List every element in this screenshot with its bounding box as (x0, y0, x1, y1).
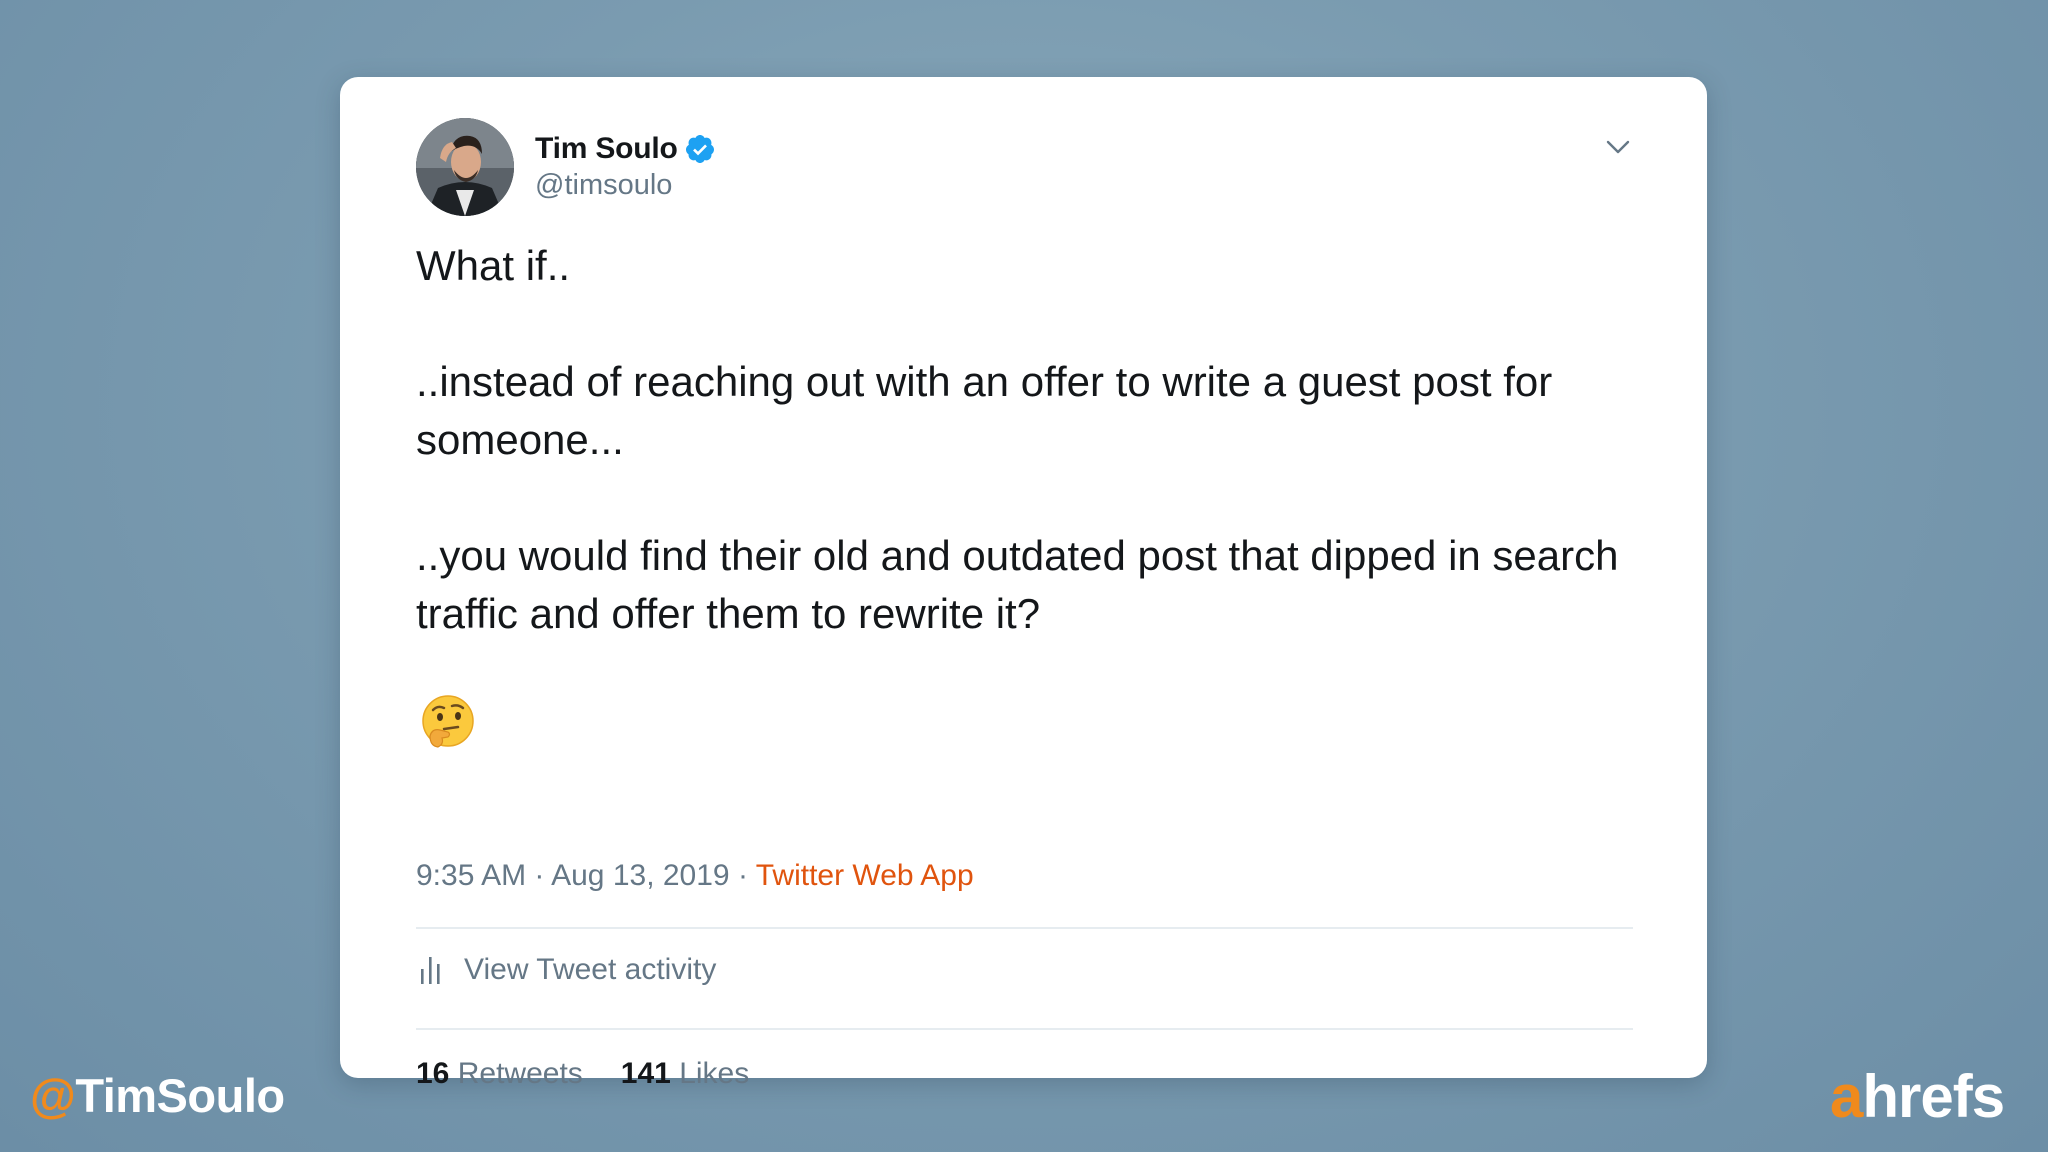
divider (416, 1028, 1633, 1030)
retweets-label: Retweets (457, 1057, 583, 1090)
author-display-name[interactable]: Tim Soulo (535, 132, 678, 166)
tweet-text: What if.. ..instead of reaching out with… (416, 237, 1646, 643)
avatar[interactable] (416, 118, 514, 216)
tweet-date[interactable]: Aug 13, 2019 (551, 859, 730, 892)
tweet-time[interactable]: 9:35 AM (416, 859, 526, 892)
author-handle[interactable]: @timsoulo (535, 169, 672, 202)
retweets-stat[interactable]: 16 Retweets (416, 1057, 583, 1091)
watermark-handle-text: TimSoulo (75, 1069, 285, 1122)
watermark-handle: @TimSoulo (30, 1068, 285, 1123)
chevron-down-icon[interactable] (1603, 132, 1633, 162)
tweet-text-line-1: What if.. (416, 242, 571, 289)
view-tweet-activity-button[interactable]: View Tweet activity (416, 945, 716, 995)
meta-separator: · (534, 859, 545, 892)
likes-label: Likes (679, 1057, 750, 1090)
tweet-text-line-2: ..instead of reaching out with an offer … (416, 358, 1553, 463)
divider (416, 927, 1633, 929)
tweet-source-link[interactable]: Twitter Web App (756, 859, 974, 892)
thinking-face-icon (422, 695, 474, 748)
tweet-stats: 16 Retweets 141 Likes (416, 1057, 749, 1091)
author-name-row: Tim Soulo (535, 127, 716, 171)
likes-count: 141 (620, 1057, 671, 1090)
brand-logo-first-letter: a (1830, 1063, 1863, 1130)
bar-chart-icon (421, 957, 440, 984)
brand-logo-rest: hrefs (1862, 1063, 2005, 1130)
tweet-meta: 9:35 AM · Aug 13, 2019 · Twitter Web App (416, 859, 974, 893)
meta-separator: · (737, 859, 748, 892)
tweet-card: Tim Soulo @timsoulo What if.. ..instead … (340, 77, 1707, 1090)
brand-logo: ahrefs (1830, 1062, 2005, 1131)
view-tweet-activity-label: View Tweet activity (464, 953, 717, 986)
likes-stat[interactable]: 141 Likes (621, 1057, 749, 1091)
retweets-count: 16 (416, 1057, 450, 1090)
verified-badge-icon (685, 135, 714, 163)
tweet-text-line-3: ..you would find their old and outdated … (416, 532, 1619, 637)
watermark-at-sign: @ (30, 1069, 76, 1122)
